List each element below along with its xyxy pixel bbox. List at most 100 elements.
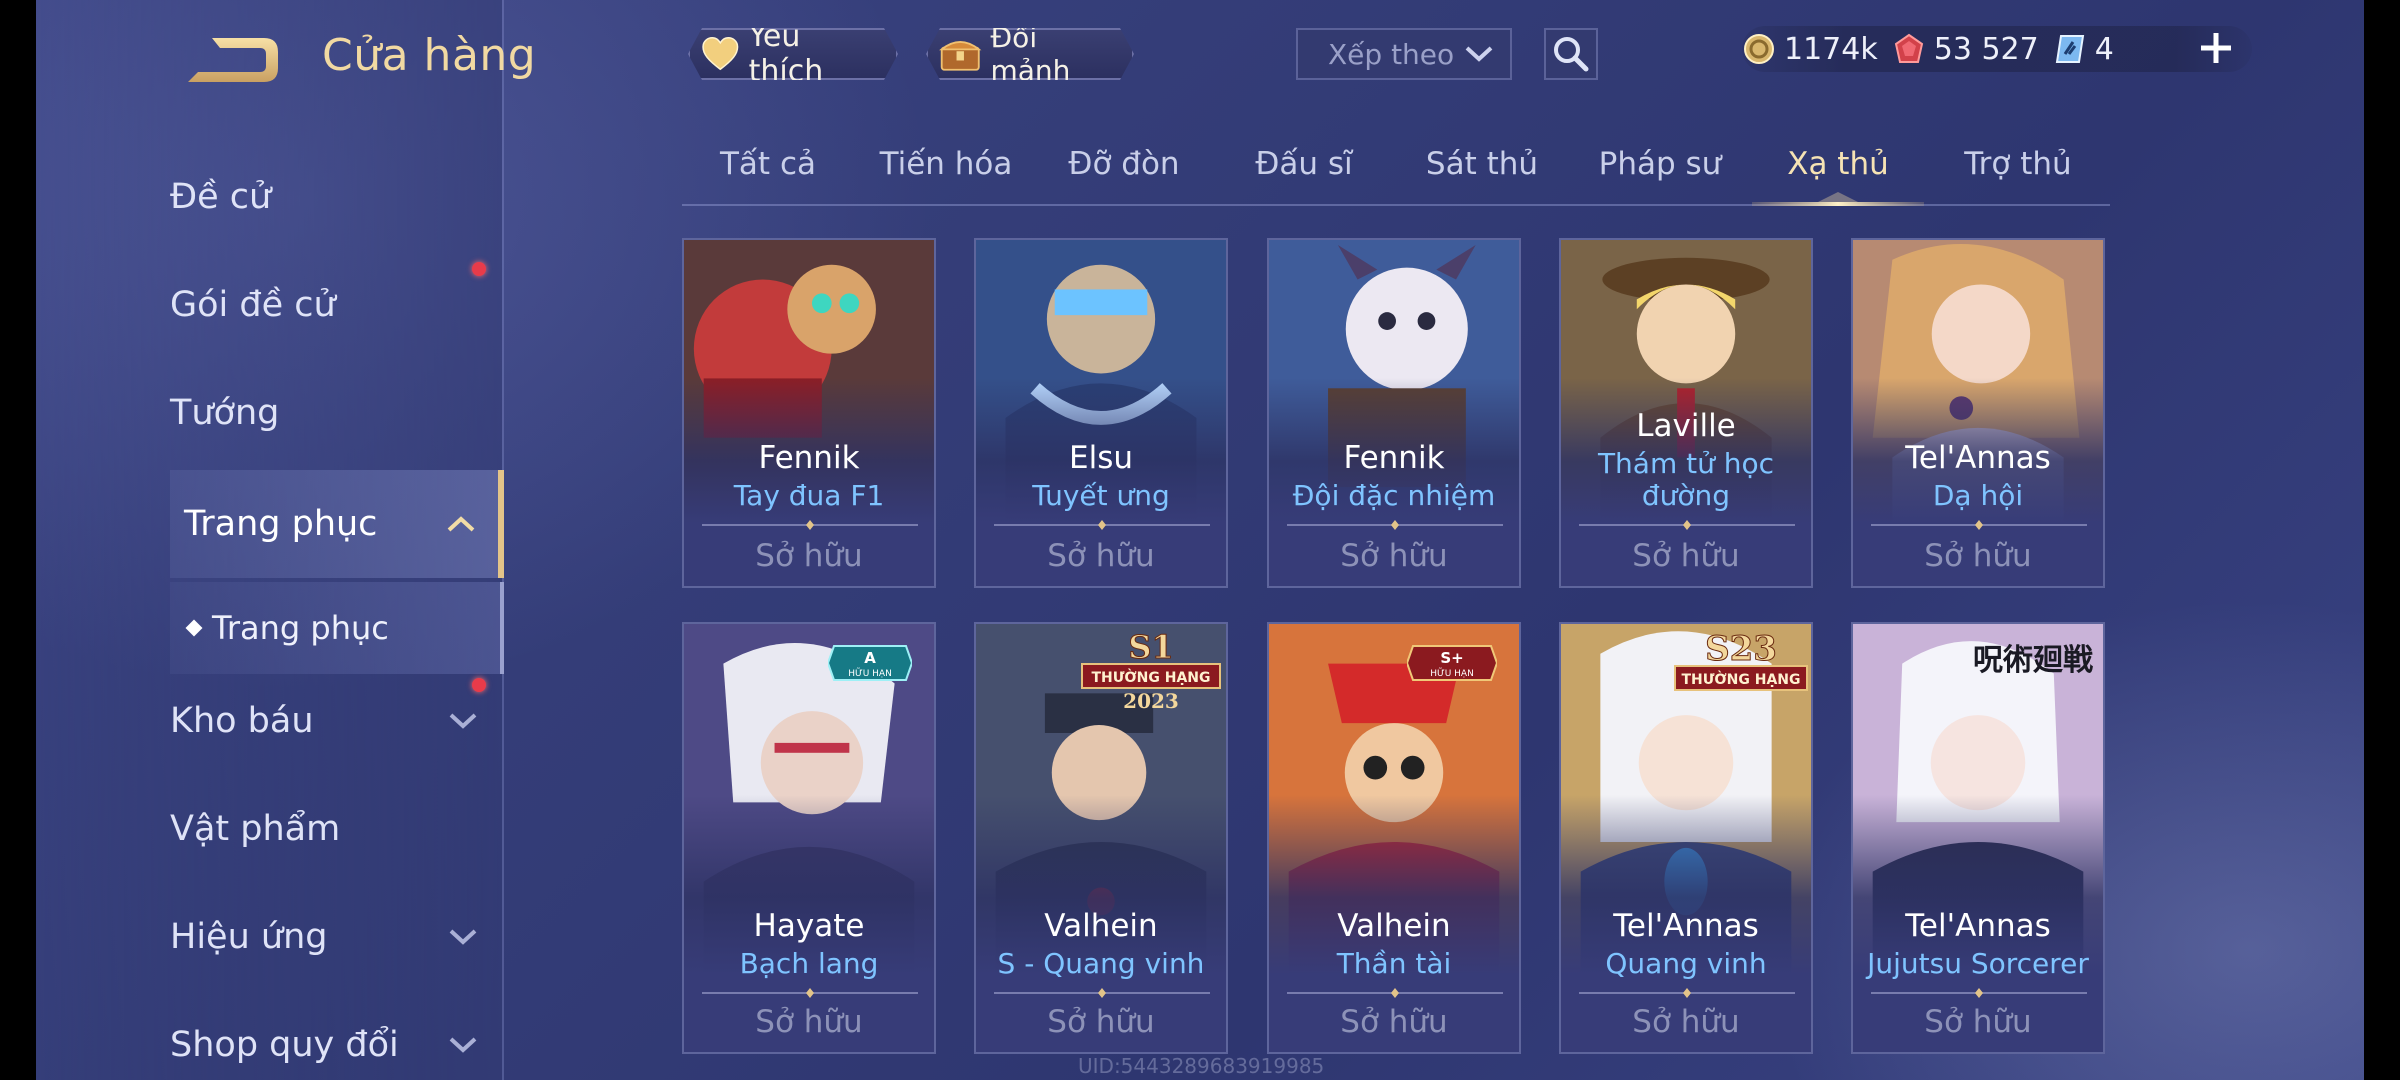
sidebar-subitem-label: Trang phục	[212, 609, 389, 647]
skin-name: Tay đua F1	[733, 479, 885, 512]
card-divider	[1579, 988, 1795, 998]
skin-name: Dạ hội	[1932, 479, 2024, 512]
add-currency-icon[interactable]	[2196, 28, 2236, 68]
card-divider	[994, 988, 1210, 998]
chevron-down-icon	[449, 929, 477, 945]
tab-all[interactable]: Tất cả	[682, 146, 854, 182]
skin-name: Thám tử học đường	[1597, 447, 1775, 512]
sidebar-item-label: Kho báu	[170, 701, 314, 741]
gold-currency: 1174k	[1742, 32, 1878, 67]
tab-fighter[interactable]: Đấu sĩ	[1218, 146, 1390, 182]
sidebar-item-label: Đề cử	[170, 177, 272, 217]
voucher-amount: 53 527	[1933, 31, 2039, 67]
season-rank-badge: S23 THƯỜNG HẠNG	[1674, 629, 1808, 691]
sidebar-subitem-skins[interactable]: Trang phục	[170, 582, 504, 674]
sidebar-item-recommended[interactable]: Đề cử	[170, 162, 500, 232]
hero-name: Valhein	[1337, 908, 1451, 944]
user-id: UID:5443289683919985	[1078, 1054, 1325, 1078]
page-title: Cửa hàng	[322, 30, 537, 81]
sidebar-item-label: Tướng	[170, 393, 280, 433]
tab-tank[interactable]: Đỡ đòn	[1038, 146, 1210, 182]
owned-status: Sở hữu	[755, 538, 863, 574]
card-divider	[1287, 988, 1503, 998]
hero-name: Tel'Annas	[1905, 440, 2051, 476]
skin-card[interactable]: Laville Thám tử học đường Sở hữu	[1559, 238, 1813, 588]
owned-status: Sở hữu	[1632, 538, 1740, 574]
owned-status: Sở hữu	[1047, 1004, 1155, 1040]
sidebar-item-exchange-shop[interactable]: Shop quy đổi	[170, 1010, 500, 1080]
card-divider	[1871, 988, 2087, 998]
owned-status: Sở hữu	[1924, 1004, 2032, 1040]
skin-card[interactable]: A HỮU HẠN Hayate Bạch lang Sở hữu	[682, 622, 936, 1054]
tab-support[interactable]: Trợ thủ	[1932, 146, 2104, 182]
skin-card[interactable]: S23 THƯỜNG HẠNG Tel'Annas Quang vinh Sở …	[1559, 622, 1813, 1054]
owned-status: Sở hữu	[1047, 538, 1155, 574]
fragment-exchange-button[interactable]: Đổi mảnh	[926, 28, 1134, 80]
sidebar-item-heroes[interactable]: Tướng	[170, 378, 500, 448]
skin-card[interactable]: Fennik Đội đặc nhiệm Sở hữu	[1267, 238, 1521, 588]
search-button[interactable]	[1544, 28, 1598, 80]
skin-card[interactable]: S1 THƯỜNG HẠNG 2023 Valhein S - Quang vi…	[974, 622, 1228, 1054]
ticket-currency: 4	[2053, 32, 2114, 67]
hero-name: Tel'Annas	[1613, 908, 1759, 944]
notification-dot	[472, 262, 486, 276]
badge-label: HỮU HẠN	[1430, 667, 1474, 679]
skin-card[interactable]: S+ HỮU HẠN Valhein Thần tài Sở hữu	[1267, 622, 1521, 1054]
hero-name: Valhein	[1044, 908, 1158, 944]
tab-assassin[interactable]: Sát thủ	[1396, 146, 1568, 182]
hero-name: Hayate	[753, 908, 865, 944]
tab-mage[interactable]: Pháp sư	[1574, 146, 1746, 182]
sidebar-item-treasure[interactable]: Kho báu	[170, 686, 500, 756]
badge-grade: A	[864, 649, 876, 667]
sidebar-item-items[interactable]: Vật phẩm	[170, 794, 500, 864]
badge-season: S1	[1128, 628, 1173, 666]
treasure-chest-icon	[938, 33, 982, 75]
chevron-down-icon	[1465, 46, 1493, 62]
tab-evolution[interactable]: Tiến hóa	[860, 146, 1032, 182]
skin-name: S - Quang vinh	[997, 947, 1205, 980]
sidebar-item-label: Hiệu ứng	[170, 917, 328, 957]
hero-name: Tel'Annas	[1905, 908, 2051, 944]
owned-status: Sở hữu	[755, 1004, 863, 1040]
back-arrow-icon[interactable]	[182, 30, 282, 90]
sort-label: Xếp theo	[1328, 37, 1455, 71]
sort-dropdown[interactable]: Xếp theo	[1296, 28, 1512, 80]
skin-card[interactable]: 呪術廻戦 Tel'Annas Jujutsu Sorcerer Sở hữu	[1851, 622, 2105, 1054]
sidebar-item-effects[interactable]: Hiệu ứng	[170, 902, 500, 972]
card-divider	[1287, 520, 1503, 530]
tab-marksman[interactable]: Xạ thủ	[1752, 146, 1924, 182]
owned-status: Sở hữu	[1632, 1004, 1740, 1040]
limited-badge: S+ HỮU HẠN	[1407, 645, 1497, 681]
owned-status: Sở hữu	[1924, 538, 2032, 574]
badge-year: 2023	[1123, 689, 1179, 713]
hero-name: Fennik	[1343, 440, 1445, 476]
currency-bar: 1174k 53 527 4	[1742, 26, 2252, 72]
red-gem-icon	[1894, 33, 1923, 63]
favorites-button[interactable]: Yêu thích	[688, 28, 898, 80]
card-divider	[1579, 520, 1795, 530]
sidebar-item-skins[interactable]: Trang phục	[170, 470, 504, 578]
limited-badge: A HỮU HẠN	[828, 645, 912, 681]
sidebar-item-label: Shop quy đổi	[170, 1025, 399, 1065]
card-divider	[1871, 520, 2087, 530]
shop-screen: Cửa hàng Yêu thích Đổi mảnh Xếp theo 117…	[0, 0, 2400, 1080]
skin-card[interactable]: Fennik Tay đua F1 Sở hữu	[682, 238, 936, 588]
gold-coin-icon	[1744, 34, 1774, 64]
hero-name: Elsu	[1069, 440, 1133, 476]
skin-card[interactable]: Tel'Annas Dạ hội Sở hữu	[1851, 238, 2105, 588]
hero-name: Laville	[1636, 408, 1736, 444]
badge-label: HỮU HẠN	[848, 667, 892, 679]
sidebar-item-recommended-packs[interactable]: Gói đề cử	[170, 270, 500, 340]
sidebar-item-label: Vật phẩm	[170, 809, 341, 849]
favorites-label: Yêu thích	[748, 19, 824, 89]
skin-card[interactable]: Elsu Tuyết ưng Sở hữu	[974, 238, 1228, 588]
ticket-amount: 4	[2094, 31, 2114, 67]
skin-name: Tuyết ưng	[1032, 479, 1170, 512]
collab-logo: 呪術廻戦	[1973, 643, 2093, 678]
season-rank-badge: S1 THƯỜNG HẠNG 2023	[1081, 628, 1221, 713]
heart-icon	[700, 33, 741, 75]
role-tabs: Tất cả Tiến hóa Đỡ đòn Đấu sĩ Sát thủ Ph…	[682, 140, 2110, 206]
chevron-up-icon	[447, 516, 475, 532]
skin-name: Thần tài	[1336, 947, 1452, 980]
sidebar-item-label: Gói đề cử	[170, 285, 336, 325]
